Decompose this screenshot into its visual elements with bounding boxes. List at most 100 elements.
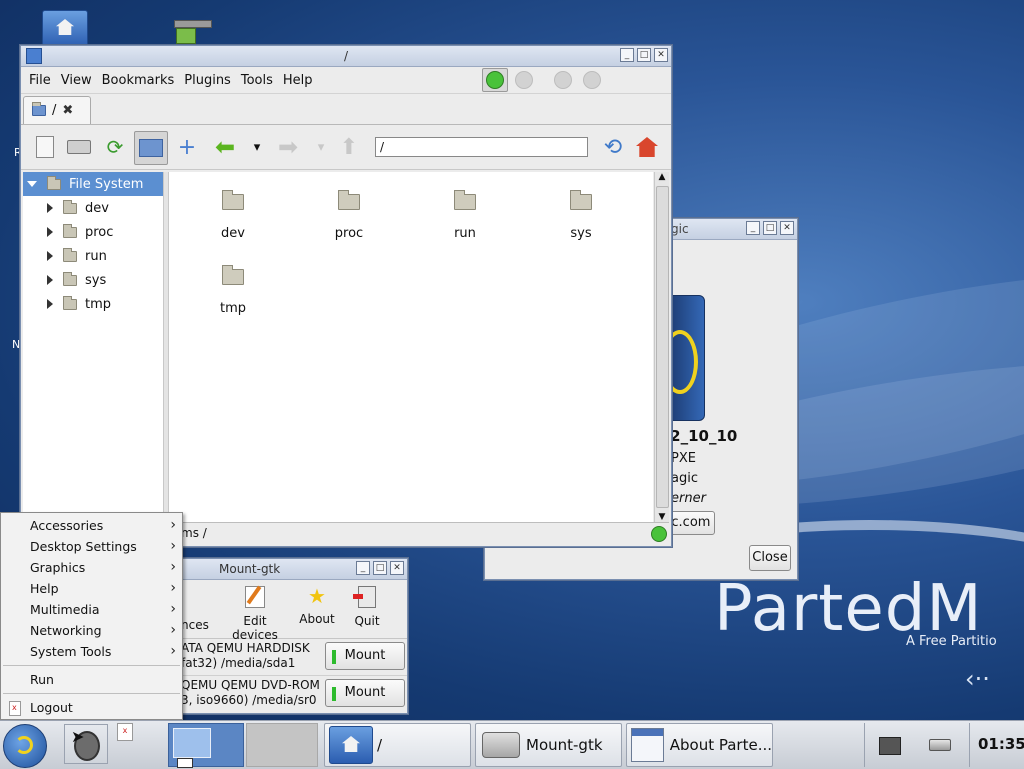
quit-button[interactable]: Quit bbox=[347, 586, 387, 628]
path-input[interactable]: / bbox=[375, 137, 588, 157]
task-mount-gtk[interactable]: Mount-gtk bbox=[475, 723, 622, 767]
folder-icon bbox=[63, 223, 77, 238]
about-button[interactable]: ★ About bbox=[297, 586, 337, 626]
edit-devices-button[interactable]: Edit devices bbox=[219, 585, 291, 642]
properties-icon[interactable] bbox=[31, 133, 59, 161]
green-light-button[interactable] bbox=[482, 68, 508, 92]
drive-icon[interactable] bbox=[929, 739, 951, 751]
folder-icon bbox=[338, 190, 360, 210]
back-icon[interactable]: ⬅ bbox=[211, 133, 239, 161]
menu-item-networking[interactable]: Networking › bbox=[1, 620, 182, 641]
mount-button[interactable]: Mount bbox=[325, 642, 405, 670]
tree-item-dev[interactable]: dev bbox=[23, 196, 163, 220]
menu-view[interactable]: View bbox=[59, 73, 98, 88]
file-item-dev[interactable]: dev bbox=[193, 190, 273, 241]
close-button[interactable]: ✕ bbox=[390, 561, 404, 575]
menu-item-run[interactable]: Run bbox=[1, 669, 182, 690]
expand-icon[interactable] bbox=[47, 299, 53, 309]
scrollbar-thumb[interactable] bbox=[656, 186, 669, 508]
taskbar: ➤ x / Mount-gtk About Parte... 01:35 bbox=[0, 720, 1024, 769]
start-button[interactable] bbox=[3, 724, 47, 768]
launcher-partition-tool[interactable]: ➤ bbox=[64, 724, 108, 764]
menu-item-desktop-settings[interactable]: Desktop Settings › bbox=[1, 536, 182, 557]
tab-bar: / ✖ bbox=[21, 94, 671, 125]
workspace-1[interactable] bbox=[168, 723, 244, 768]
file-manager-titlebar[interactable]: / _ □ ✕ bbox=[21, 46, 671, 67]
menu-item-label: Multimedia bbox=[30, 602, 100, 617]
menu-file[interactable]: File bbox=[27, 73, 57, 88]
chevron-down-icon[interactable]: ▾ bbox=[307, 133, 335, 161]
expand-icon[interactable] bbox=[47, 227, 53, 237]
new-icon[interactable]: + bbox=[173, 133, 201, 161]
home-icon[interactable] bbox=[633, 133, 661, 161]
preferences-button[interactable]: nces bbox=[181, 618, 209, 632]
gray-dot-icon[interactable] bbox=[515, 71, 533, 89]
workspace-2[interactable] bbox=[246, 723, 318, 767]
network-icon[interactable] bbox=[879, 737, 901, 755]
minimize-button[interactable]: _ bbox=[746, 221, 760, 235]
menu-item-help[interactable]: Help › bbox=[1, 578, 182, 599]
chevron-down-icon[interactable]: ▾ bbox=[243, 133, 271, 161]
task-file-manager[interactable]: / bbox=[324, 723, 471, 767]
launcher-logout[interactable]: x bbox=[117, 723, 133, 741]
scroll-up-icon[interactable]: ▲ bbox=[655, 172, 669, 184]
menu-item-multimedia[interactable]: Multimedia › bbox=[1, 599, 182, 620]
close-about-button[interactable]: Close bbox=[749, 545, 791, 571]
menu-item-graphics[interactable]: Graphics › bbox=[1, 557, 182, 578]
workspace-window-preview bbox=[173, 728, 211, 758]
up-icon[interactable]: ⬆ bbox=[335, 133, 363, 161]
tree-item-sys[interactable]: sys bbox=[23, 268, 163, 292]
file-item-run[interactable]: run bbox=[425, 190, 505, 241]
close-button[interactable]: ✕ bbox=[780, 221, 794, 235]
device-detail: fat32) /media/sda1 bbox=[181, 656, 296, 670]
chevron-right-icon: › bbox=[170, 622, 176, 638]
hardware-desktop-icon[interactable] bbox=[172, 16, 212, 46]
mount-titlebar[interactable]: Mount-gtk _ □ ✕ bbox=[181, 559, 407, 580]
menu-item-system-tools[interactable]: System Tools › bbox=[1, 641, 182, 662]
tab-label: / bbox=[52, 103, 57, 118]
reload-icon[interactable]: ⟳ bbox=[101, 133, 129, 161]
close-tab-icon[interactable]: ✖ bbox=[62, 103, 73, 118]
maximize-button[interactable]: □ bbox=[763, 221, 777, 235]
file-item-tmp[interactable]: tmp bbox=[193, 265, 273, 316]
vertical-scrollbar[interactable]: ▲ ▼ bbox=[654, 172, 669, 524]
menu-bookmarks[interactable]: Bookmarks bbox=[100, 73, 181, 88]
task-label: About Parte... bbox=[669, 736, 772, 754]
chevron-down-icon[interactable] bbox=[27, 181, 37, 187]
maximize-button[interactable]: □ bbox=[637, 48, 651, 62]
file-item-sys[interactable]: sys bbox=[541, 190, 621, 241]
refresh-icon[interactable]: ⟲ bbox=[599, 133, 627, 161]
minimize-button[interactable]: _ bbox=[356, 561, 370, 575]
expand-icon[interactable] bbox=[47, 275, 53, 285]
drive-icon[interactable] bbox=[65, 133, 93, 161]
menu-tools[interactable]: Tools bbox=[239, 73, 279, 88]
gray-dot-icon[interactable] bbox=[583, 71, 601, 89]
task-about[interactable]: About Parte... bbox=[626, 723, 773, 767]
mount-button[interactable]: Mount bbox=[325, 679, 405, 707]
menu-item-accessories[interactable]: Accessories › bbox=[1, 515, 182, 536]
status-green-icon bbox=[651, 526, 667, 542]
tree-item-run[interactable]: run bbox=[23, 244, 163, 268]
folder-view-button[interactable] bbox=[134, 131, 168, 165]
tree-item-proc[interactable]: proc bbox=[23, 220, 163, 244]
tree-item-tmp[interactable]: tmp bbox=[23, 292, 163, 316]
clock[interactable]: 01:35 bbox=[978, 735, 1024, 753]
menu-item-logout[interactable]: x Logout bbox=[1, 697, 182, 718]
expand-icon[interactable] bbox=[47, 251, 53, 261]
file-item-proc[interactable]: proc bbox=[309, 190, 389, 241]
gray-dot-icon[interactable] bbox=[554, 71, 572, 89]
minimize-button[interactable]: _ bbox=[620, 48, 634, 62]
task-label: / bbox=[377, 736, 383, 754]
expand-icon[interactable] bbox=[47, 203, 53, 213]
menu-plugins[interactable]: Plugins bbox=[182, 73, 237, 88]
file-item-label: sys bbox=[570, 226, 592, 241]
tree-item-file-system[interactable]: File System bbox=[23, 172, 163, 196]
close-button[interactable]: ✕ bbox=[654, 48, 668, 62]
status-green-icon bbox=[332, 687, 336, 701]
tab-root[interactable]: / ✖ bbox=[23, 96, 91, 124]
drive-icon bbox=[482, 732, 520, 758]
menu-help[interactable]: Help bbox=[281, 73, 319, 88]
maximize-button[interactable]: □ bbox=[373, 561, 387, 575]
home-desktop-icon[interactable] bbox=[42, 10, 88, 48]
forward-icon[interactable]: ➡ bbox=[274, 133, 302, 161]
